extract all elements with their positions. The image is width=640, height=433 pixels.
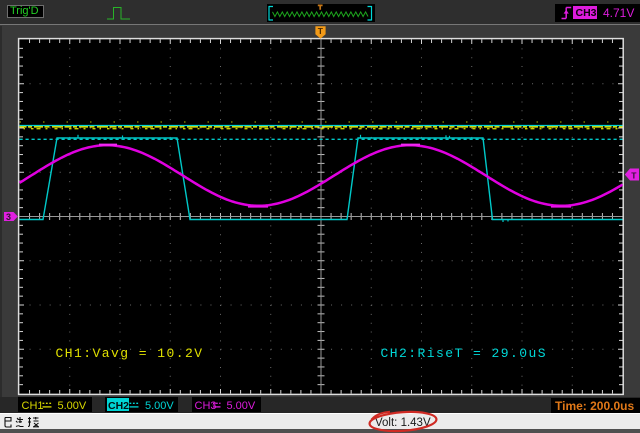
svg-text:T: T	[318, 26, 324, 36]
svg-text:T: T	[631, 170, 637, 180]
svg-text:3: 3	[6, 212, 11, 222]
